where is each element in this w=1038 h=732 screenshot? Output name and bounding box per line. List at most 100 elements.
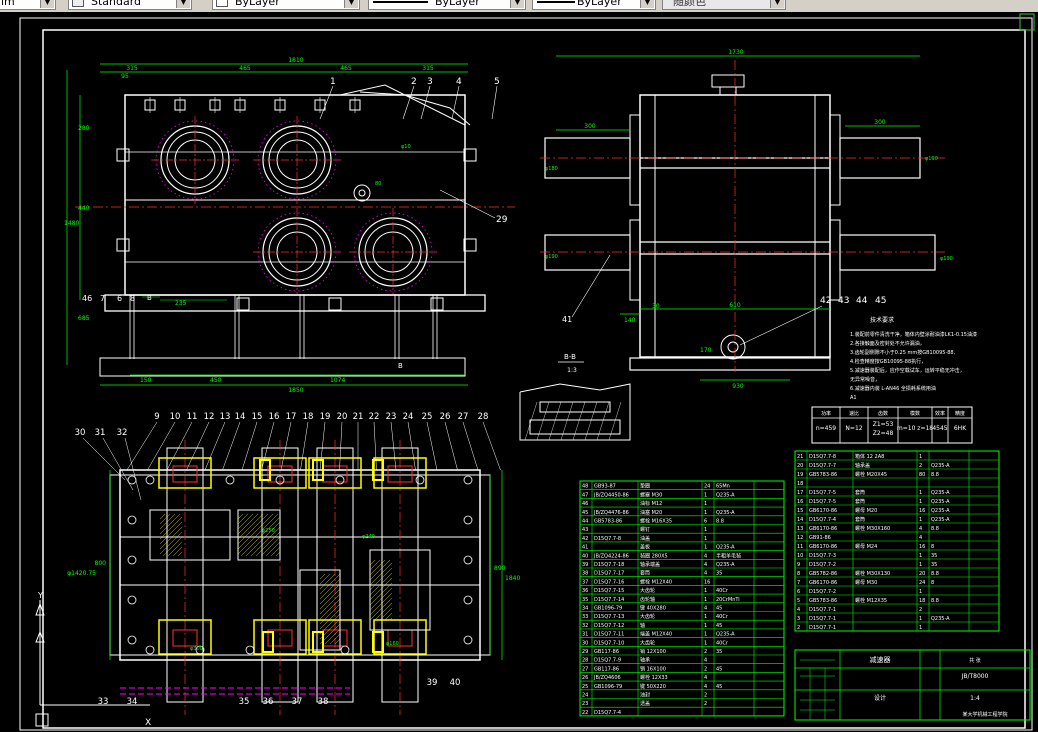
color-combo[interactable]: ByLayer ▼ [212,0,360,10]
plan-bolt-hole [145,475,155,485]
bom-cell: 33 [582,614,588,620]
bom-cell: 35 [716,649,722,655]
chevron-down-icon[interactable]: ▼ [40,0,54,8]
bom-cell: GB93-87 [594,484,616,490]
bom-cell: 16 [919,508,925,514]
bom-cell: 40Cr [716,614,729,620]
part-callout: 28 [478,412,489,422]
chevron-down-icon[interactable]: ▼ [344,0,358,8]
gear-hatch [369,562,393,586]
bom-cell: 螺母 M30 [855,579,877,586]
bom-cell: GB6170-86 [809,508,837,514]
plan-bolt-hole [245,645,255,655]
bom-cell: Q235-A [931,463,950,469]
side-bolt [463,148,477,162]
bom-cell: 1 [919,589,922,595]
bom-cell: 1 [704,623,707,629]
callout-leader [300,421,309,471]
dim-text: 465 [340,65,352,72]
bom-cell: 1 [704,545,707,551]
plot-style-combo[interactable]: 随颜色 ▼ [662,0,786,10]
dim-text: 280 [78,125,90,132]
part-callout: 21 [353,412,364,422]
callout-leader [204,421,226,471]
bom-cell: 销 12X100 [640,648,666,655]
bom-cell: 8 [931,544,934,550]
bom-cell: 37 [582,579,588,585]
bom-cell: 键 40X280 [640,605,666,612]
bom-cell: 29 [582,649,588,655]
bom-cell: 46 [582,501,588,507]
bom-cell: 15 [797,508,803,514]
bom-cell: 8.8 [931,526,939,532]
color-value: ByLayer [235,0,280,8]
bom-cell: 45 [582,510,588,516]
ucs-y-label: Y [37,591,43,600]
bom-cell: 35 [582,597,588,603]
linetype-combo[interactable]: ByLayer ▼ [368,0,526,10]
gear-hatch [319,573,341,595]
gear-1 [149,509,231,561]
bearing-race [312,631,324,653]
chevron-down-icon[interactable]: ▼ [770,0,784,8]
gear-hatch [237,513,249,525]
bom-cell: 销 16X100 [640,665,666,672]
part-callout: 38 [318,697,329,707]
gear-hatch [162,536,183,557]
dim-text: 930 [732,383,744,390]
dim-text: 170 [700,347,712,354]
gear-hatch [319,578,341,600]
bom-cell: 24 [704,484,710,490]
part-callout: 3 [427,77,433,87]
gear-hatch [319,573,326,580]
part-callout: 37 [292,697,303,707]
plan-bolt-hole [463,595,473,605]
bom-cell: Q235-A [716,492,735,498]
text-style-combo[interactable]: Standard ▼ [68,0,192,10]
gear-hatch [319,583,341,605]
partial-combo-value: im [1,0,15,8]
spec-header: 模数 [910,410,920,417]
drawing-canvas[interactable]: 1810 315 465 465 315 95 280 440 1480 685 1850 150 45… [0,12,1038,732]
chevron-down-icon[interactable]: ▼ [510,0,524,8]
callout-leader [482,421,501,471]
spec-value: 6HK [954,425,967,432]
spec-header: 效率 [935,410,945,417]
dim-text: 140 [624,317,636,324]
tech-requirement-line: 6.减速器内装 L-AN46 全损耗系统用油 [850,385,936,392]
partial-combo[interactable]: im ▼ [0,0,56,10]
spec-header: 速比 [849,410,859,417]
chevron-down-icon[interactable]: ▼ [640,0,654,8]
title-block-school: 某大学机械工程学院 [962,711,1007,718]
chevron-down-icon[interactable]: ▼ [176,0,190,8]
callout-leader [186,421,210,471]
bom-cell: 22 [582,710,588,716]
bom-cell: 端盖 M12X40 [640,631,672,638]
bom-cell: D15Q7.7-11 [594,632,624,638]
title-block-sheet: 共 张 [969,657,981,664]
gear-hatch [369,572,393,596]
bom-cell: 6 [797,589,800,595]
spec-value: N=12 [845,425,862,432]
callout-leader [439,189,496,219]
bom-cell: D15Q7.7-17 [594,571,624,577]
dim-text: φ240 [362,534,375,540]
bom-cell: 8.8 [931,472,939,478]
bom-cell: D15Q7.7-5 [809,490,836,496]
bom-cell: 14 [797,517,803,523]
bom-cell: 18 [919,598,925,604]
bom-cell: GB91-86 [809,535,831,541]
lineweight-combo[interactable]: ByLayer ▼ [532,0,656,10]
gear-hatch [369,577,393,601]
dim-text: φ250 [262,528,275,534]
bom-cell: 17 [797,490,803,496]
bom-cell: 11 [797,544,803,550]
dim-text: φ190 [940,256,953,262]
dim-text: φ190 [545,254,558,260]
bom-cell: 螺塞 M30 [640,491,662,498]
bom-cell: 21 [797,454,803,460]
bom-cell: 毡圈 280X5 [640,552,668,559]
bom-cell: 8.8 [931,571,939,577]
bom-cell: D15Q7.7-4 [809,517,836,523]
bom-cell: 油封 [640,692,650,699]
